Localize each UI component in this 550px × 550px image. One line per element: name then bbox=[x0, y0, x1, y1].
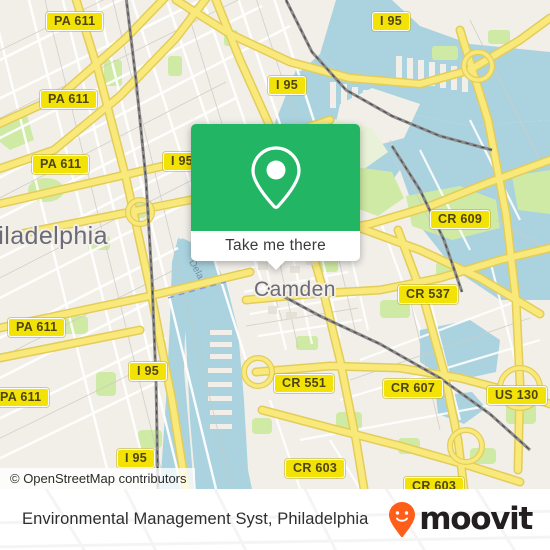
highway-shield: CR 551 bbox=[274, 374, 335, 393]
take-me-there-button[interactable]: Take me there bbox=[191, 231, 360, 261]
highway-shield: I 95 bbox=[129, 362, 168, 381]
highway-shield: I 95 bbox=[268, 76, 307, 95]
highway-shield: CR 607 bbox=[383, 379, 444, 398]
highway-shield: PA 611 bbox=[8, 318, 66, 337]
highway-shield: CR 603 bbox=[404, 477, 465, 489]
highway-shield: US 130 bbox=[487, 386, 547, 405]
location-callout-card[interactable]: Take me there bbox=[191, 124, 360, 270]
highway-shield: I 95 bbox=[372, 12, 411, 31]
highway-shield: PA 611 bbox=[0, 388, 50, 407]
moovit-brand[interactable]: moovit bbox=[387, 501, 533, 539]
callout-icon-area bbox=[191, 124, 360, 231]
highway-shield: PA 611 bbox=[46, 12, 104, 31]
location-title: Environmental Management Syst, Philadelp… bbox=[22, 510, 369, 528]
osm-attribution[interactable]: © OpenStreetMap contributors bbox=[0, 468, 195, 489]
callout-pointer bbox=[265, 260, 286, 270]
moovit-wordmark: moovit bbox=[419, 501, 533, 537]
highway-shield: CR 609 bbox=[430, 210, 491, 229]
highway-shield: PA 611 bbox=[32, 155, 90, 174]
moovit-map-screen: hiladelphia Camden Dela PA 611I 95PA 611… bbox=[0, 0, 550, 550]
map-pin-icon bbox=[250, 145, 301, 209]
highway-shield: CR 603 bbox=[285, 459, 346, 478]
highway-shield: CR 537 bbox=[398, 285, 459, 304]
moovit-smiley-pin-icon bbox=[389, 501, 416, 537]
highway-shield: I 95 bbox=[117, 449, 156, 468]
bottom-info-bar: Environmental Management Syst, Philadelp… bbox=[0, 489, 550, 550]
highway-shield: PA 611 bbox=[40, 90, 98, 109]
